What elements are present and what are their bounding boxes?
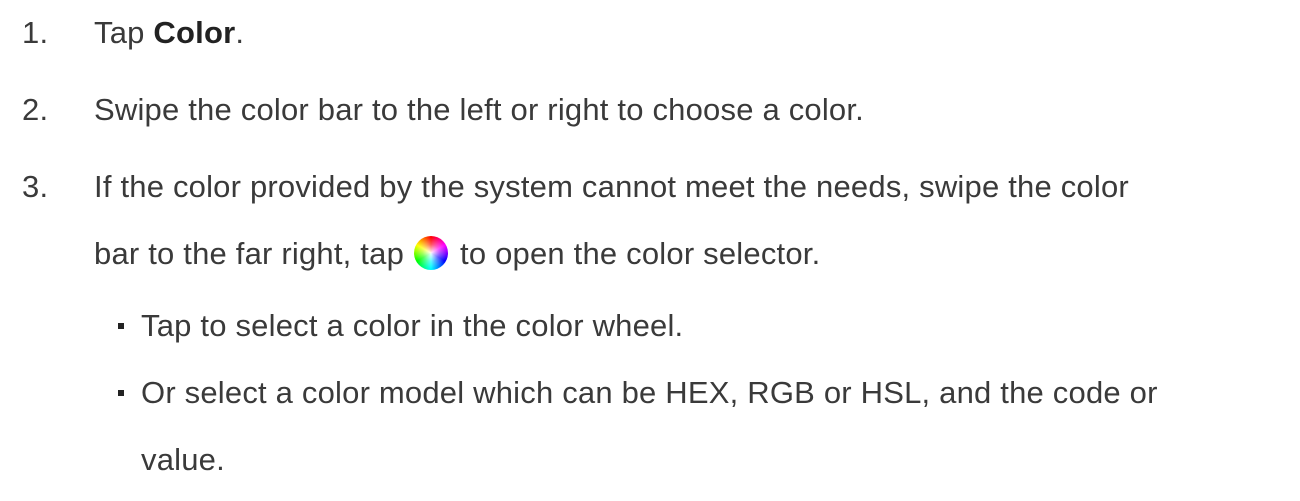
step-1-suffix: . [235,15,245,50]
sub-item-2-line-2: value. [141,442,225,477]
step-1-prefix: Tap [94,15,154,50]
step-3-line-2-after: to open the color selector. [460,236,821,271]
sub-item-1-text: Tap to select a color in the color wheel… [141,308,684,343]
step-3-line-2: bar to the far right, tap to open the col… [94,234,820,274]
step-3-number: 3. [22,169,49,204]
step-2-text: Swipe the color bar to the left or right… [94,92,864,127]
step-2-number: 2. [22,92,49,127]
bullet-icon [118,323,124,329]
step-1-number: 1. [22,15,49,50]
sub-item-2-line-1: Or select a color model which can be HEX… [141,375,1158,410]
step-1-text: Tap Color. [94,13,244,53]
step-3-line-2-before: bar to the far right, tap [94,236,405,271]
step-1-bold-label: Color [153,15,236,50]
color-wheel-icon [414,236,449,270]
step-3-line-1: If the color provided by the system cann… [94,169,1129,204]
bullet-icon [118,390,124,396]
